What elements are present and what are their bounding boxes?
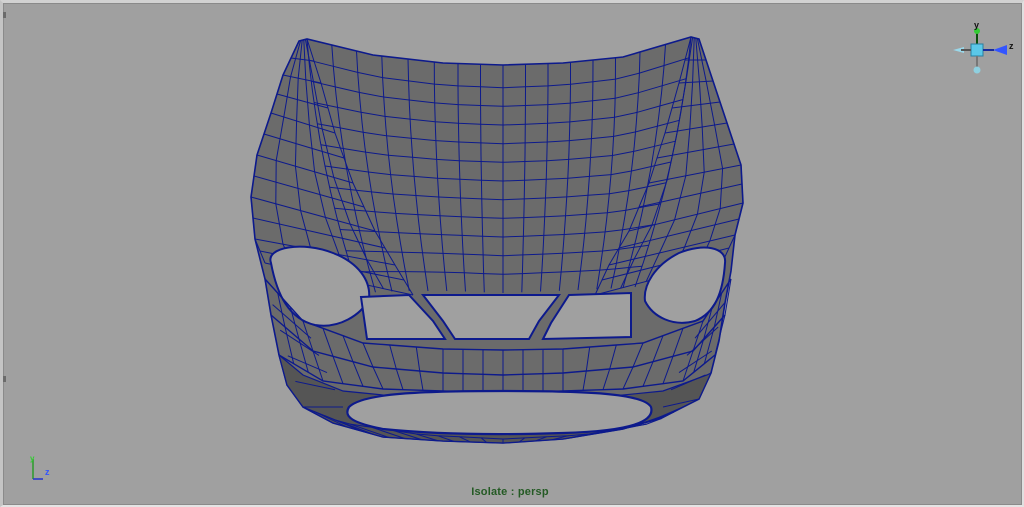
axis-orientation-indicator: y z bbox=[30, 454, 50, 480]
view-cube-compass[interactable]: y z bbox=[949, 19, 1021, 79]
view-cube-z-cone bbox=[993, 45, 1007, 55]
view-cube-y-label: y bbox=[974, 20, 979, 30]
view-cube-box[interactable] bbox=[970, 43, 984, 57]
car-hood-wireframe-mesh[interactable] bbox=[3, 3, 1022, 505]
axis-y-label: y bbox=[30, 454, 35, 463]
camera-isolate-label: Isolate : persp bbox=[471, 486, 549, 498]
viewport-panel[interactable]: y z y z Isolate : persp bbox=[0, 0, 1024, 507]
camera-hud-label-container: Isolate : persp bbox=[3, 486, 1017, 498]
view-cube-neg-y-cone bbox=[973, 66, 981, 74]
mesh-lower-intake-opening bbox=[346, 389, 653, 436]
axis-z-label: z bbox=[45, 467, 50, 477]
view-cube-z-label: z bbox=[1009, 41, 1014, 51]
